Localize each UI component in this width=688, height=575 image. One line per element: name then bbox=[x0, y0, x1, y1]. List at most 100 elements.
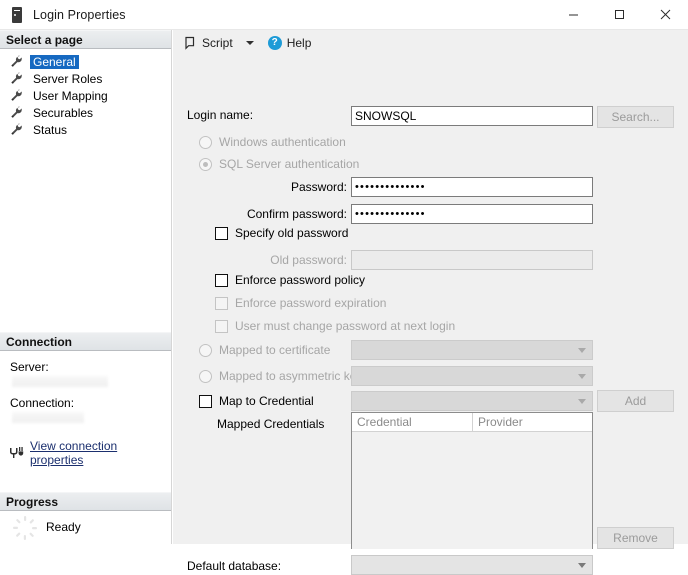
confirm-password-input[interactable] bbox=[351, 204, 593, 224]
connection-plug-icon bbox=[8, 446, 24, 460]
password-label-wrap: Password: bbox=[217, 180, 347, 194]
spinner-icon bbox=[12, 515, 38, 541]
page-nav-list: General Server Roles User Mapping Secura… bbox=[0, 49, 171, 138]
mapped-certificate-combo[interactable] bbox=[351, 340, 593, 360]
toolbar: Script ? Help bbox=[173, 30, 688, 56]
default-database-combo[interactable] bbox=[351, 555, 593, 575]
enforce-password-policy-checkbox[interactable] bbox=[215, 273, 228, 287]
windows-auth-row[interactable]: Windows authentication bbox=[199, 135, 346, 149]
server-value bbox=[12, 376, 108, 387]
enforce-policy-row[interactable]: Enforce password policy bbox=[215, 273, 365, 287]
sidebar: Select a page General Server Roles User … bbox=[0, 30, 172, 544]
server-label: Server: bbox=[10, 360, 49, 374]
sidebar-item-label: Securables bbox=[33, 105, 94, 120]
enforce-password-expiration-label: Enforce password expiration bbox=[235, 296, 387, 310]
windows-auth-radio[interactable] bbox=[199, 135, 212, 149]
mapped-asymmetric-row[interactable]: Mapped to asymmetric key bbox=[199, 369, 362, 383]
sidebar-item-securables[interactable]: Securables bbox=[0, 104, 171, 121]
select-page-header: Select a page bbox=[0, 30, 171, 49]
chevron-down-icon bbox=[578, 562, 586, 568]
view-connection-properties-row[interactable]: View connection properties bbox=[8, 439, 171, 467]
mapped-credentials-grid[interactable]: Credential Provider bbox=[351, 412, 593, 549]
wrench-icon bbox=[10, 123, 23, 136]
mapped-to-certificate-label: Mapped to certificate bbox=[219, 343, 331, 357]
mapped-to-asymmetric-key-radio[interactable] bbox=[199, 369, 212, 383]
progress-header-wrap: Progress bbox=[0, 492, 171, 511]
login-name-input[interactable] bbox=[351, 106, 593, 126]
progress-body: Ready bbox=[0, 511, 171, 544]
wrench-icon bbox=[10, 72, 23, 85]
enforce-password-expiration-checkbox[interactable] bbox=[215, 296, 228, 310]
sidebar-item-server-roles[interactable]: Server Roles bbox=[0, 70, 171, 87]
must-change-password-row[interactable]: User must change password at next login bbox=[215, 319, 455, 333]
sql-auth-radio[interactable] bbox=[199, 157, 212, 171]
confirm-password-label: Confirm password: bbox=[246, 207, 347, 221]
progress-header: Progress bbox=[0, 492, 171, 511]
mapped-certificate-row[interactable]: Mapped to certificate bbox=[199, 343, 330, 357]
chevron-down-icon bbox=[578, 398, 586, 404]
wrench-icon bbox=[10, 89, 23, 102]
window-controls bbox=[550, 0, 688, 30]
sidebar-item-label: Server Roles bbox=[33, 71, 103, 86]
login-name-label-wrap: Login name: bbox=[187, 108, 253, 122]
progress-status: Ready bbox=[46, 520, 81, 534]
remove-button[interactable]: Remove bbox=[597, 527, 674, 549]
mapped-asymmetric-combo[interactable] bbox=[351, 366, 593, 386]
map-to-credential-checkbox[interactable] bbox=[199, 394, 212, 408]
mapped-to-certificate-radio[interactable] bbox=[199, 343, 212, 357]
old-password-label-wrap: Old password: bbox=[217, 253, 347, 267]
specify-old-password-label: Specify old password bbox=[235, 226, 349, 240]
mapped-to-asymmetric-key-label: Mapped to asymmetric key bbox=[219, 369, 363, 383]
script-button[interactable]: Script bbox=[179, 32, 237, 54]
password-input[interactable] bbox=[351, 177, 593, 197]
add-button[interactable]: Add bbox=[597, 390, 674, 412]
maximize-button[interactable] bbox=[596, 0, 642, 30]
search-button[interactable]: Search... bbox=[597, 106, 674, 128]
main-panel: Script ? Help Login name: Search... Wind… bbox=[173, 30, 688, 575]
sidebar-item-status[interactable]: Status bbox=[0, 121, 171, 138]
connection-block: Server: Connection: View connection prop… bbox=[0, 351, 171, 467]
help-circle-icon: ? bbox=[267, 36, 282, 50]
chevron-down-icon bbox=[245, 41, 254, 45]
sidebar-item-general[interactable]: General bbox=[0, 53, 171, 70]
help-label: Help bbox=[286, 36, 312, 50]
connection-value bbox=[12, 412, 84, 423]
must-change-password-label: User must change password at next login bbox=[235, 319, 456, 333]
script-icon bbox=[183, 36, 197, 50]
map-credential-combo[interactable] bbox=[351, 391, 593, 411]
map-to-credential-row[interactable]: Map to Credential bbox=[199, 394, 314, 408]
specify-old-password-checkbox[interactable] bbox=[215, 226, 228, 240]
enforce-expiration-row[interactable]: Enforce password expiration bbox=[215, 296, 386, 310]
default-database-label: Default database: bbox=[187, 559, 282, 573]
mapped-credentials-label-wrap: Mapped Credentials bbox=[217, 417, 324, 431]
script-dropdown-button[interactable] bbox=[237, 32, 258, 54]
view-connection-properties-link[interactable]: View connection properties bbox=[30, 439, 171, 467]
chevron-down-icon bbox=[578, 347, 586, 353]
grid-body bbox=[352, 432, 592, 549]
sql-auth-row[interactable]: SQL Server authentication bbox=[199, 157, 359, 171]
windows-auth-label: Windows authentication bbox=[219, 135, 346, 149]
sidebar-item-label: User Mapping bbox=[33, 88, 108, 103]
title-bar: Login Properties bbox=[0, 0, 688, 30]
minimize-button[interactable] bbox=[550, 0, 596, 30]
script-label: Script bbox=[202, 36, 233, 50]
connection-header: Connection bbox=[0, 332, 171, 351]
grid-header-row: Credential Provider bbox=[352, 413, 592, 432]
password-label: Password: bbox=[290, 180, 347, 194]
connection-label: Connection: bbox=[10, 396, 75, 410]
wrench-icon bbox=[10, 106, 23, 119]
close-button[interactable] bbox=[642, 0, 688, 30]
must-change-password-checkbox[interactable] bbox=[215, 319, 228, 333]
grid-column-credential[interactable]: Credential bbox=[352, 413, 473, 432]
sidebar-item-label: Status bbox=[33, 122, 68, 137]
old-password-input[interactable] bbox=[351, 250, 593, 270]
server-icon bbox=[10, 6, 24, 23]
chevron-down-icon bbox=[578, 373, 586, 379]
sidebar-item-user-mapping[interactable]: User Mapping bbox=[0, 87, 171, 104]
map-to-credential-label: Map to Credential bbox=[219, 394, 314, 408]
grid-column-provider[interactable]: Provider bbox=[473, 413, 592, 432]
specify-old-password-row[interactable]: Specify old password bbox=[215, 226, 348, 240]
enforce-password-policy-label: Enforce password policy bbox=[235, 273, 366, 287]
window-title: Login Properties bbox=[33, 7, 126, 22]
help-button[interactable]: ? Help bbox=[264, 32, 316, 54]
